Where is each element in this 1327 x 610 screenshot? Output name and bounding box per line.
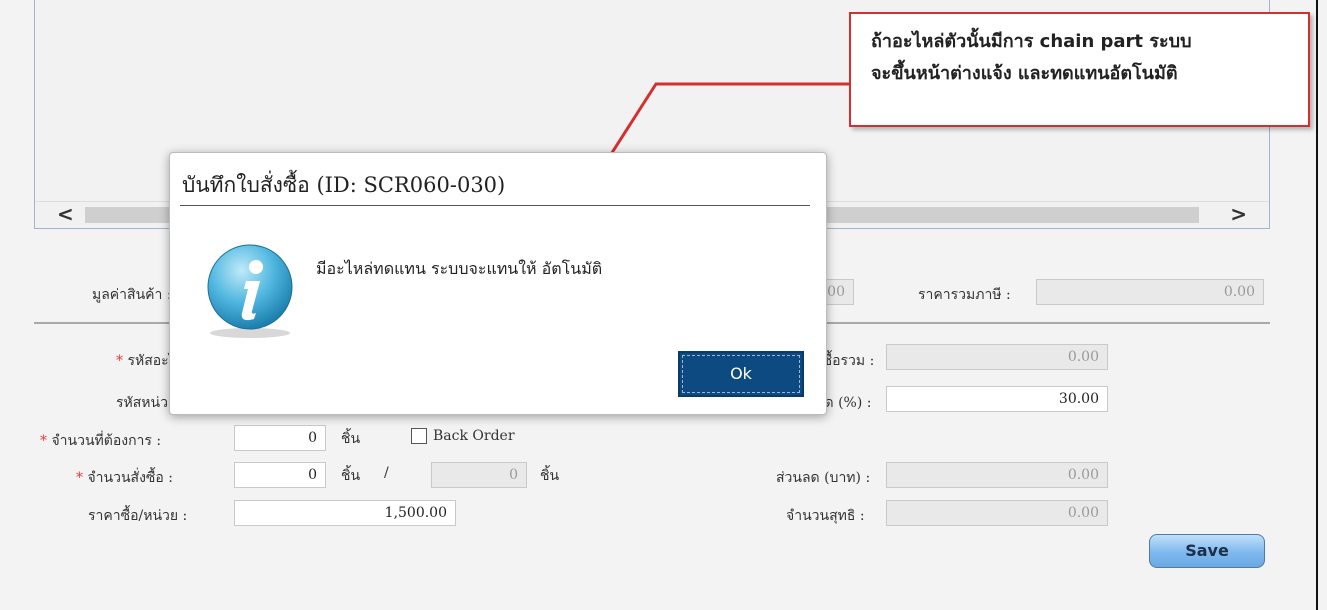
qty-needed-input[interactable]: 0	[234, 425, 326, 451]
qty-slash: /	[384, 465, 389, 481]
dialog-message: มีอะไหล่ทดแทน ระบบจะแทนให้ อัตโนมัติ	[316, 259, 603, 278]
qty-order-secondary-field: 0	[431, 462, 527, 488]
info-icon	[207, 244, 293, 338]
unit-price-label: ราคาซื้อ/หน่วย :	[88, 508, 188, 524]
dialog-title-rule	[180, 205, 810, 206]
qty-needed-unit: ชิ้น	[341, 431, 361, 447]
qty-order-input[interactable]: 0	[234, 462, 326, 488]
callout-line-2: จะขึ้นหน้าต่างแจ้ง และทดแทนอัตโนมัติ	[871, 63, 1178, 84]
qty-needed-label-text: จำนวนที่ต้องการ :	[51, 433, 162, 449]
total-price-field: 0.00	[886, 344, 1108, 370]
qty-order-label-text: จำนวนสั่งซื้อ :	[87, 470, 173, 486]
net-amount-label: จำนวนสุทธิ :	[786, 508, 865, 524]
qty-order-unit: ชิ้น	[341, 468, 361, 484]
total-tax-label: ราคารวมภาษี :	[918, 287, 1011, 303]
discount-baht-field: 0.00	[886, 462, 1108, 488]
callout-box: ถ้าอะไหล่ตัวนั้นมีการ chain part ระบบ จะ…	[849, 12, 1310, 127]
total-tax-field: 0.00	[1036, 279, 1264, 305]
page-edge-line	[1316, 0, 1318, 610]
chain-part-dialog: บันทึกใบสั่งซื้อ (ID: SCR060-030) มีอะไห…	[169, 152, 827, 415]
goods-value-label: มูลค่าสินค้า :	[92, 287, 172, 303]
scroll-left-icon[interactable]: <	[57, 204, 74, 224]
dialog-title: บันทึกใบสั่งซื้อ (ID: SCR060-030)	[182, 173, 506, 197]
net-amount-field: 0.00	[886, 500, 1108, 526]
back-order-checkbox[interactable]	[411, 428, 427, 444]
qty-order-secondary-unit: ชิ้น	[540, 468, 560, 484]
callout-line-1: ถ้าอะไหล่ตัวนั้นมีการ chain part ระบบ	[871, 31, 1192, 52]
discount-pct-input[interactable]: 30.00	[886, 386, 1108, 412]
qty-needed-label: * จำนวนที่ต้องการ :	[40, 430, 161, 452]
qty-order-label: * จำนวนสั่งซื้อ :	[76, 467, 173, 489]
save-button[interactable]: Save	[1149, 534, 1265, 568]
required-mark: *	[40, 433, 47, 449]
discount-baht-label: ส่วนลด (บาท) :	[776, 470, 871, 486]
required-mark: *	[76, 470, 83, 486]
back-order-label: Back Order	[433, 428, 515, 444]
unit-price-input[interactable]: 1,500.00	[234, 500, 456, 526]
required-mark: *	[116, 353, 123, 369]
scroll-right-icon[interactable]: >	[1230, 204, 1247, 224]
ok-button[interactable]: Ok	[678, 351, 804, 397]
